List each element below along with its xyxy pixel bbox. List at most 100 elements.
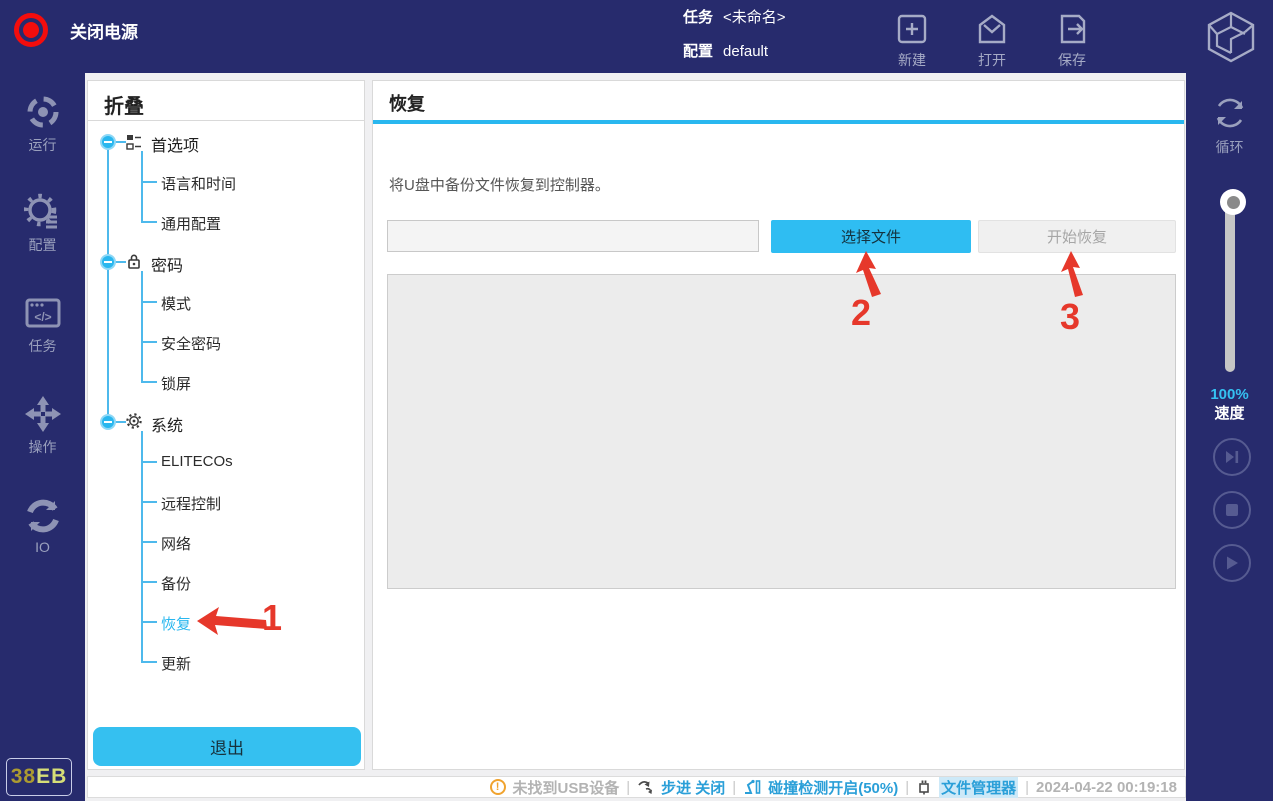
tree-item-network[interactable]: 网络 xyxy=(161,533,191,554)
save-task-label: 保存 xyxy=(1058,50,1086,70)
sidebar-item-run[interactable]: 运行 xyxy=(0,93,85,155)
status-bar: ! 未找到USB设备 | 步进 关闭 | 碰撞检测开启(50%) | 文件管理器… xyxy=(87,776,1186,798)
sidebar-item-label: IO xyxy=(35,539,50,555)
tree-item-language-time[interactable]: 语言和时间 xyxy=(161,173,236,194)
open-task-icon xyxy=(974,11,1010,47)
sidebar-item-label: 操作 xyxy=(29,437,57,457)
step-mode-icon xyxy=(637,779,654,795)
speed-readout: 100% 速度 xyxy=(1186,385,1273,423)
tree-item-remote-control[interactable]: 远程控制 xyxy=(161,493,221,514)
loop-icon xyxy=(1210,93,1250,133)
svg-text:</>: </> xyxy=(34,310,51,324)
task-info: 任务 <未命名> 配置 default xyxy=(683,9,786,77)
tree-item-general-config[interactable]: 通用配置 xyxy=(161,213,221,234)
preferences-icon xyxy=(126,134,142,150)
annotation-step-2: 2 xyxy=(851,292,871,334)
tree-item-backup[interactable]: 备份 xyxy=(161,573,191,594)
new-task-button[interactable]: 新建 xyxy=(882,11,942,70)
stop-icon xyxy=(1225,503,1239,517)
collapse-node-icon[interactable] xyxy=(100,254,116,270)
tree-branch-tick xyxy=(141,461,157,463)
restore-file-input[interactable] xyxy=(387,220,759,252)
panel-divider xyxy=(88,120,364,121)
status-badge: 38EB xyxy=(6,758,72,796)
tree-branch-tick xyxy=(141,181,157,183)
warning-icon: ! xyxy=(490,779,506,795)
play-icon xyxy=(1224,555,1240,571)
gear-icon xyxy=(126,413,142,429)
left-nav-rail: 运行 配置 </> 任务 操作 xyxy=(0,73,85,801)
play-button[interactable] xyxy=(1213,544,1251,582)
speed-value: 100% xyxy=(1186,385,1273,404)
tree-item-system[interactable]: 系统 xyxy=(151,412,183,436)
task-label: 任务 xyxy=(683,9,713,27)
stop-button[interactable] xyxy=(1213,491,1251,529)
power-icon xyxy=(14,13,48,47)
file-manager-button[interactable]: 文件管理器 xyxy=(939,777,1018,798)
tree-branch-line xyxy=(141,271,143,383)
tree-branch-tick xyxy=(141,661,157,663)
tree-item-elitecos[interactable]: ELITECOs xyxy=(161,453,233,470)
save-task-icon xyxy=(1054,11,1090,47)
restore-log-area xyxy=(387,274,1176,589)
tree-branch-tick xyxy=(141,341,157,343)
annotation-step-3: 3 xyxy=(1060,296,1080,338)
run-icon xyxy=(24,93,62,131)
tree-branch-tick xyxy=(141,621,157,623)
badge-part-2: EB xyxy=(36,765,67,789)
exit-button[interactable]: 退出 xyxy=(93,727,361,766)
step-mode-toggle[interactable]: 步进 关闭 xyxy=(661,777,725,798)
restore-description: 将U盘中备份文件恢复到控制器。 xyxy=(389,174,610,195)
usb-icon xyxy=(916,779,932,795)
sidebar-item-label: 任务 xyxy=(29,336,57,356)
power-label: 关闭电源 xyxy=(70,18,138,43)
task-value: <未命名> xyxy=(723,9,786,27)
tree-item-lock-screen[interactable]: 锁屏 xyxy=(161,373,191,394)
page-title: 恢复 xyxy=(389,90,425,116)
tree-item-safety-password[interactable]: 安全密码 xyxy=(161,333,221,354)
annotation-step-1: 1 xyxy=(262,597,282,639)
tree-item-mode[interactable]: 模式 xyxy=(161,293,191,314)
tree-branch-tick xyxy=(141,381,157,383)
right-control-rail: 循环 100% 速度 xyxy=(1186,73,1273,801)
sidebar-item-task[interactable]: </> 任务 xyxy=(0,294,85,356)
config-icon xyxy=(24,193,62,231)
collapse-node-icon[interactable] xyxy=(100,134,116,150)
select-file-button[interactable]: 选择文件 xyxy=(771,220,971,253)
config-label: 配置 xyxy=(683,43,713,61)
power-button[interactable]: 关闭电源 xyxy=(14,13,138,47)
status-separator: | xyxy=(1025,779,1029,796)
tree-branch-line xyxy=(141,431,143,663)
skip-step-icon xyxy=(1223,448,1241,466)
brand-logo-icon xyxy=(1203,8,1259,71)
badge-part-1: 38 xyxy=(11,765,36,789)
collapse-node-icon[interactable] xyxy=(100,414,116,430)
tree-item-update[interactable]: 更新 xyxy=(161,653,191,674)
restore-panel: 恢复 将U盘中备份文件恢复到控制器。 选择文件 开始恢复 xyxy=(372,80,1185,770)
loop-label: 循环 xyxy=(1216,137,1244,157)
speed-slider-track[interactable] xyxy=(1225,196,1235,372)
usb-status-text: 未找到USB设备 xyxy=(513,777,620,798)
sidebar-item-config[interactable]: 配置 xyxy=(0,193,85,255)
step-forward-button[interactable] xyxy=(1213,438,1251,476)
loop-mode-button[interactable]: 循环 xyxy=(1186,93,1273,157)
open-task-label: 打开 xyxy=(978,50,1006,70)
tree-branch-line xyxy=(141,151,143,223)
sidebar-item-label: 配置 xyxy=(29,235,57,255)
task-icon: </> xyxy=(24,294,62,332)
tree-trunk-line xyxy=(107,142,109,422)
tree-item-password[interactable]: 密码 xyxy=(151,252,183,276)
sidebar-item-label: 运行 xyxy=(29,135,57,155)
tree-item-restore[interactable]: 恢复 xyxy=(161,613,191,634)
speed-label: 速度 xyxy=(1186,404,1273,423)
speed-slider-knob[interactable] xyxy=(1220,189,1246,215)
collision-icon xyxy=(743,779,761,795)
datetime-text: 2024-04-22 00:19:18 xyxy=(1036,779,1177,796)
sidebar-item-io[interactable]: IO xyxy=(0,497,85,555)
sidebar-item-operate[interactable]: 操作 xyxy=(0,395,85,457)
collision-detect-toggle[interactable]: 碰撞检测开启(50%) xyxy=(768,777,898,798)
save-task-button[interactable]: 保存 xyxy=(1042,11,1102,70)
tree-panel-title[interactable]: 折叠 xyxy=(104,90,144,119)
open-task-button[interactable]: 打开 xyxy=(962,11,1022,70)
tree-item-preferences[interactable]: 首选项 xyxy=(151,132,199,156)
